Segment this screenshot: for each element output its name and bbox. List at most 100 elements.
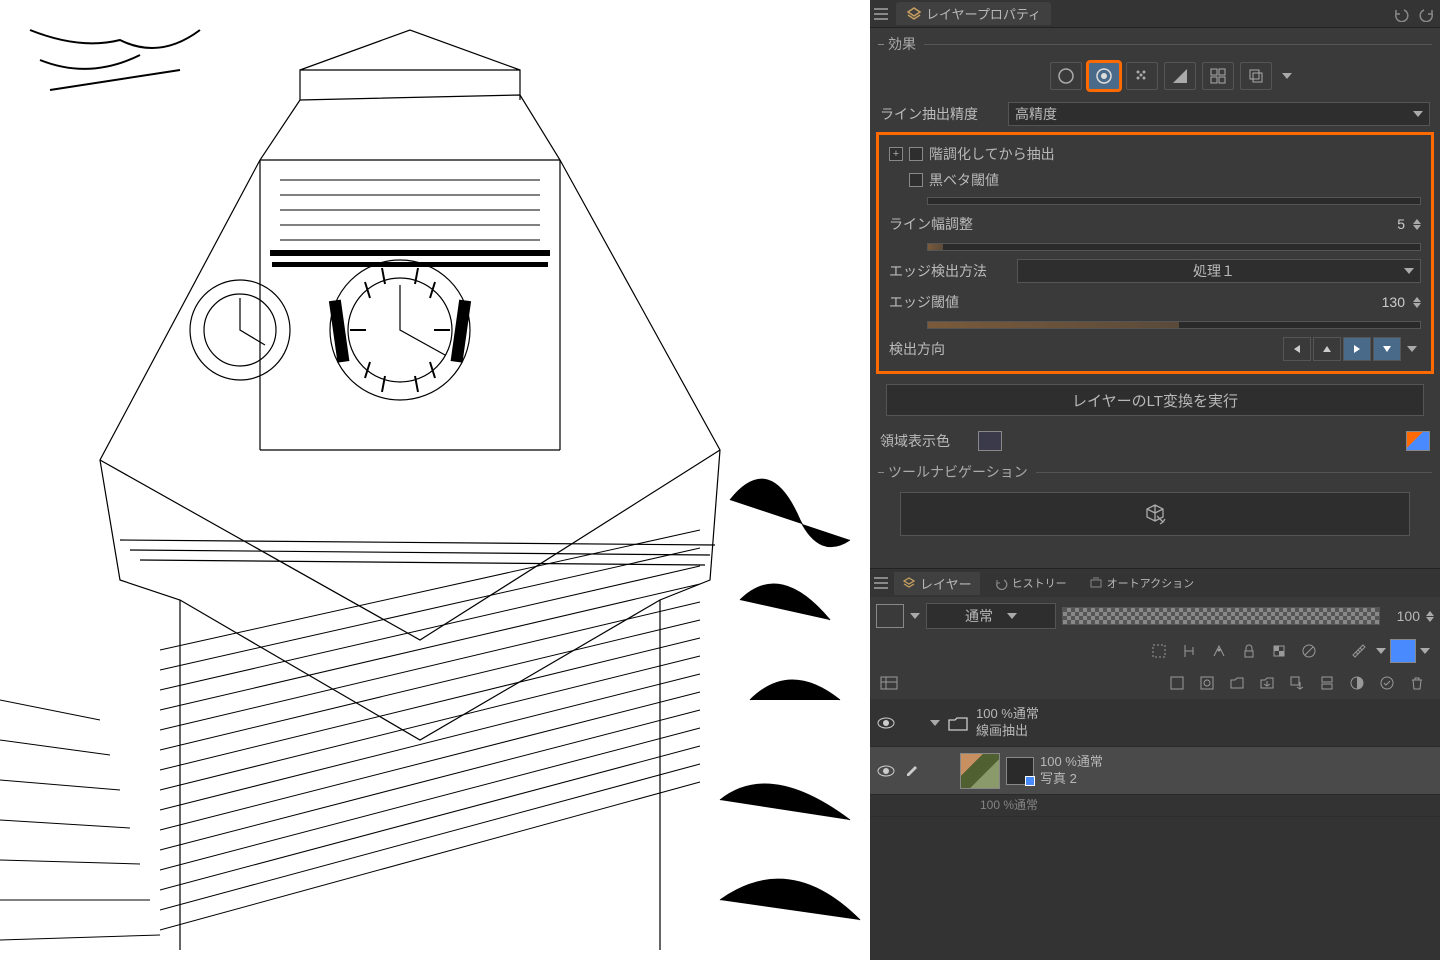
apply-mask-icon[interactable] (1374, 671, 1400, 695)
layer-folder-item[interactable]: 100 %通常 線画抽出 (870, 699, 1440, 747)
effect-tone-icon[interactable] (1126, 62, 1158, 90)
delete-layer-icon[interactable] (1404, 671, 1430, 695)
layer-opacity-text: 100 %通常 (1040, 754, 1103, 771)
redo-icon[interactable] (1418, 6, 1436, 22)
black-threshold-label: 黒ベタ閾値 (929, 170, 999, 190)
panel-view-icon[interactable] (876, 671, 902, 695)
reference-icon[interactable] (1206, 639, 1232, 663)
detect-direction-label: 検出方向 (889, 339, 945, 359)
edge-threshold-spinner[interactable] (1413, 297, 1421, 308)
opacity-spinner[interactable] (1426, 611, 1434, 622)
edge-method-dropdown[interactable]: 処理１ (1017, 259, 1421, 283)
effect-color-reduction-icon[interactable] (1164, 62, 1196, 90)
effect-line-extract-icon[interactable] (1088, 62, 1120, 90)
selection-mask-icon[interactable] (1146, 639, 1172, 663)
direction-more-chevron[interactable] (1403, 337, 1421, 361)
black-threshold-checkbox[interactable] (909, 173, 923, 187)
auto-action-icon (1089, 576, 1103, 590)
layer-color-icon[interactable] (1390, 639, 1416, 663)
direction-down-button[interactable] (1373, 337, 1401, 361)
edge-method-label: エッジ検出方法 (889, 261, 1009, 281)
layer-tab[interactable]: レイヤー (894, 572, 980, 595)
lock-alpha-icon[interactable] (1266, 639, 1292, 663)
line-width-slider[interactable] (927, 243, 1421, 251)
extraction-settings-group: + 階調化してから抽出 黒ベタ閾値 ライン幅調整 5 エッジ検出方法 処理１ エ… (876, 132, 1434, 374)
posterize-checkbox[interactable] (909, 147, 923, 161)
visibility-eye-icon[interactable] (874, 759, 898, 783)
posterize-label: 階調化してから抽出 (929, 144, 1055, 164)
history-tab[interactable]: ヒストリー (986, 573, 1075, 593)
opacity-slider[interactable] (1062, 607, 1380, 625)
history-icon (994, 576, 1008, 590)
line-width-spinner[interactable] (1413, 219, 1421, 230)
layer-list: 100 %通常 線画抽出 100 %通常 写真 2 100 %通常 (870, 699, 1440, 960)
region-color-swatch[interactable] (978, 431, 1002, 451)
tool-nav-label: ツールナビゲーション (888, 462, 1028, 482)
ruler-dropdown-chevron[interactable] (1376, 648, 1386, 654)
mask-icon[interactable] (1344, 671, 1370, 695)
edit-pencil-icon (904, 764, 920, 778)
direction-right-button[interactable] (1343, 337, 1371, 361)
line-precision-dropdown[interactable]: 高精度 (1008, 102, 1430, 126)
layer-color-dropdown-chevron[interactable] (1420, 648, 1430, 654)
draft-icon[interactable] (1296, 639, 1322, 663)
layer-thumbnail[interactable] (960, 753, 1000, 789)
layer-opacity-text: 100 %通常 (976, 706, 1039, 723)
layer-color-swatch[interactable] (876, 604, 904, 628)
lock-icon[interactable] (1236, 639, 1262, 663)
visibility-eye-icon[interactable] (874, 711, 898, 735)
canvas-viewport[interactable] (0, 0, 870, 960)
edge-threshold-label: エッジ閾値 (889, 292, 959, 312)
black-threshold-slider[interactable] (927, 197, 1421, 205)
line-width-value: 5 (1355, 216, 1405, 232)
line-art-image (0, 0, 870, 960)
effect-grid-icon[interactable] (1202, 62, 1234, 90)
line-width-label: ライン幅調整 (889, 214, 973, 234)
clip-icon[interactable] (1176, 639, 1202, 663)
layer-name-text: 線画抽出 (976, 723, 1039, 740)
layer-mask-thumbnail[interactable] (1006, 757, 1034, 785)
transfer-down-icon[interactable] (1284, 671, 1310, 695)
layer-name-text: 写真 2 (1040, 771, 1103, 788)
layer-toolbar-2 (870, 667, 1440, 699)
effect-dropdown-chevron[interactable] (1278, 62, 1296, 90)
edge-threshold-slider[interactable] (927, 321, 1421, 329)
layers-icon (906, 6, 922, 22)
merge-down-icon[interactable] (1314, 671, 1340, 695)
execute-lt-conversion-button[interactable]: レイヤーのLT変換を実行 (886, 384, 1424, 416)
color-dropdown-chevron[interactable] (910, 613, 920, 619)
color-bucket-icon[interactable] (1406, 431, 1430, 451)
panel-title: レイヤープロパティ (926, 4, 1041, 23)
effect-mode-icons (1040, 58, 1440, 98)
effect-outline-icon[interactable] (1050, 62, 1082, 90)
direction-up-button[interactable] (1313, 337, 1341, 361)
new-vector-layer-icon[interactable] (1194, 671, 1220, 695)
effect-section-label: 効果 (888, 34, 916, 54)
layer-property-tab[interactable]: レイヤープロパティ (896, 2, 1051, 25)
layer-opacity-text: 100 %通常 (980, 798, 1038, 814)
folder-icon (946, 713, 970, 733)
cube-cursor-icon (1143, 502, 1167, 526)
tool-nav-button[interactable] (900, 492, 1410, 536)
new-folder-icon[interactable] (1224, 671, 1250, 695)
layer-item[interactable]: 100 %通常 写真 2 (870, 747, 1440, 795)
layer-item[interactable]: 100 %通常 (870, 795, 1440, 817)
new-raster-layer-icon[interactable] (1164, 671, 1190, 695)
folder-expand-chevron[interactable] (930, 720, 940, 726)
layers-icon (902, 576, 916, 590)
edge-threshold-value: 130 (1355, 294, 1405, 310)
layer-panel-menu-icon[interactable] (874, 577, 888, 589)
effect-multi-icon[interactable] (1240, 62, 1272, 90)
layer-toolbar-1 (870, 635, 1440, 667)
blend-mode-dropdown[interactable]: 通常 (926, 603, 1056, 629)
line-precision-label: ライン抽出精度 (880, 104, 1000, 124)
auto-action-tab[interactable]: オートアクション (1081, 573, 1202, 593)
layer-panel: レイヤー ヒストリー オートアクション 通常 100 100 %通常 線 (870, 569, 1440, 960)
ruler-icon[interactable] (1346, 639, 1372, 663)
folder-in-icon[interactable] (1254, 671, 1280, 695)
panel-menu-icon[interactable] (874, 8, 888, 20)
direction-left-button[interactable] (1283, 337, 1311, 361)
layer-property-panel: レイヤープロパティ 効果 ライン抽出精度 高精度 + 階調化してから抽出 黒ベタ… (870, 0, 1440, 569)
expand-posterize-icon[interactable]: + (889, 147, 903, 161)
undo-icon[interactable] (1392, 6, 1410, 22)
